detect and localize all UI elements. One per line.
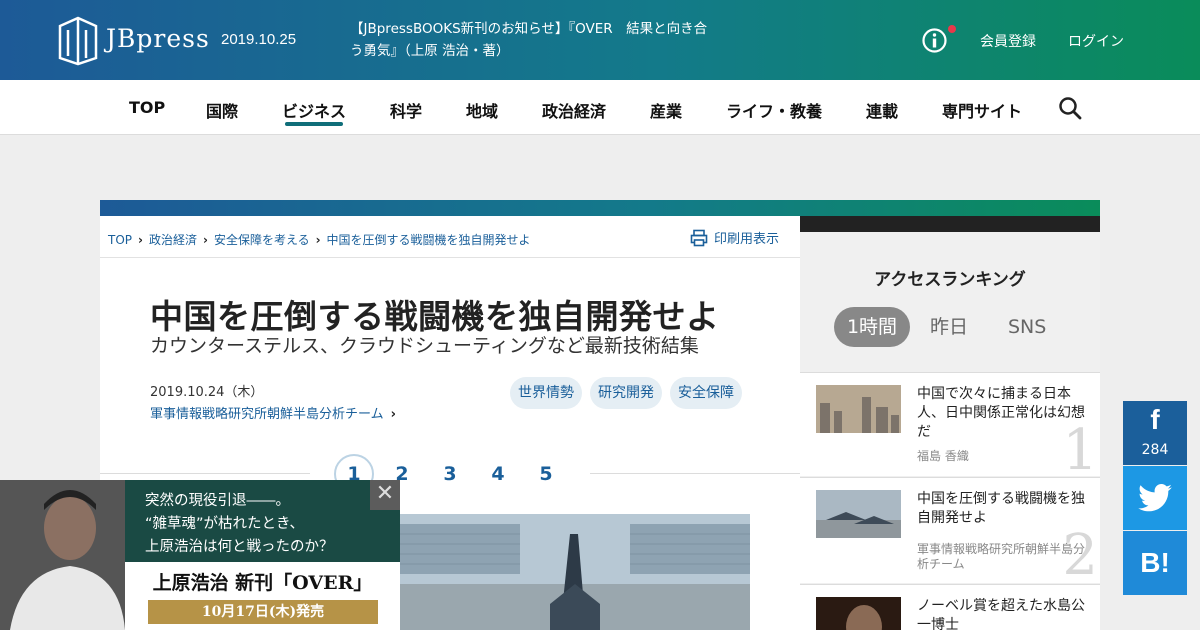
facebook-icon: f: [1150, 404, 1160, 435]
breadcrumb-top[interactable]: TOP: [108, 233, 132, 247]
ranking-tab-yesterday[interactable]: 昨日: [930, 307, 968, 347]
close-icon[interactable]: ✕: [370, 480, 400, 510]
book-advertisement[interactable]: 突然の現役引退――。 “雑草魂”が枯れたとき、 上原浩治は何と戦ったのか？ ✕ …: [0, 480, 400, 630]
tag-world-affairs[interactable]: 世界情勢: [510, 377, 582, 409]
ranking-thumbnail: [816, 385, 901, 433]
register-link[interactable]: 会員登録: [980, 31, 1036, 51]
login-link[interactable]: ログイン: [1068, 31, 1124, 51]
nav-item-science[interactable]: 科学: [390, 98, 422, 122]
ranking-tab-1hour[interactable]: 1時間: [834, 307, 910, 347]
access-ranking: アクセスランキング 1時間 昨日 SNS 中国で次々に捕まる日本人、日中関係正常…: [800, 232, 1100, 630]
ad-copy-line: “雑草魂”が枯れたとき、: [145, 516, 305, 532]
article-date: 2019.10.24（木）: [150, 385, 264, 400]
content-gradient-bar: [100, 200, 1100, 216]
ranking-item[interactable]: ノーベル賞を超えた水島公一博士: [800, 584, 1100, 630]
nav-item-top[interactable]: TOP: [129, 98, 165, 117]
twitter-bird-icon: [1138, 484, 1172, 512]
ad-copy-line: 突然の現役引退――。: [145, 493, 290, 509]
nav-item-life-culture[interactable]: ライフ・教養: [726, 98, 822, 122]
ranking-number: 1: [1062, 418, 1098, 483]
breadcrumb: TOP › 政治経済 › 安全保障を考える › 中国を圧倒する戦闘機を独自開発せよ: [108, 231, 531, 248]
ad-banner-title: 上原浩治 新刊「OVER」: [152, 572, 373, 594]
print-view-button[interactable]: 印刷用表示: [690, 228, 779, 247]
nav-item-series[interactable]: 連載: [866, 98, 898, 122]
article-author-link[interactable]: 軍事情報戦略研究所朝鮮半島分析チーム ›: [150, 403, 396, 422]
logo-text[interactable]: JBpress: [106, 24, 210, 53]
page-link-3[interactable]: 3: [440, 463, 460, 485]
ranking-number: 2: [1062, 523, 1098, 588]
main-nav: TOP 国際 ビジネス 科学 地域 政治経済 産業 ライフ・教養 連載 専門サイ…: [0, 80, 1200, 135]
tag-security[interactable]: 安全保障: [670, 377, 742, 409]
ranking-thumbnail: [816, 490, 901, 538]
ranking-tab-sns[interactable]: SNS: [1008, 307, 1046, 347]
header-news-link[interactable]: 【JBpressBOOKS新刊のお知らせ】『OVER 結果と向き合う勇気』（上原…: [350, 18, 710, 62]
ranking-title: アクセスランキング: [874, 270, 1026, 290]
ad-copy: 突然の現役引退――。 “雑草魂”が枯れたとき、 上原浩治は何と戦ったのか？: [145, 490, 375, 559]
fighter-jet-image: [400, 514, 750, 630]
ranking-item[interactable]: 中国で次々に捕まる日本人、日中関係正常化は幻想だ 福島 香織 1: [800, 372, 1100, 483]
breadcrumb-current[interactable]: 中国を圧倒する戦闘機を独自開発せよ: [327, 233, 531, 247]
page-link-4[interactable]: 4: [488, 463, 508, 485]
notification-dot: [948, 25, 956, 33]
info-icon[interactable]: [922, 28, 947, 53]
chevron-right-icon: ›: [315, 233, 321, 247]
article-subtitle: カウンターステルス、クラウドシューティングなど最新技術結集: [150, 335, 699, 357]
top-header: JBpress 2019.10.25 【JBpressBOOKS新刊のお知らせ】…: [0, 0, 1200, 80]
nav-item-industry[interactable]: 産業: [650, 98, 682, 122]
printer-icon: [690, 229, 708, 246]
nav-item-business[interactable]: ビジネス: [282, 98, 346, 122]
hatena-bookmark-icon: B!: [1140, 547, 1170, 578]
chevron-right-icon: ›: [138, 233, 143, 247]
chevron-right-icon: ›: [390, 407, 396, 422]
tag-research-development[interactable]: 研究開発: [590, 377, 662, 409]
hatena-bookmark-button[interactable]: B!: [1123, 531, 1187, 595]
author-name: 軍事情報戦略研究所朝鮮半島分析チーム: [150, 407, 384, 422]
divider: [100, 473, 310, 474]
article-hero-image: [400, 514, 750, 630]
facebook-share-count: 284: [1141, 442, 1169, 458]
chevron-right-icon: ›: [202, 233, 208, 247]
breadcrumb-security[interactable]: 安全保障を考える: [214, 233, 310, 247]
nav-item-region[interactable]: 地域: [466, 98, 498, 122]
ranking-headline: ノーベル賞を超えた水島公一博士: [917, 598, 1085, 630]
active-nav-indicator: [285, 122, 343, 126]
ad-release-date: 10月17日(木)発売: [148, 600, 378, 624]
breadcrumb-politics-economy[interactable]: 政治経済: [149, 233, 197, 247]
facebook-share-button[interactable]: f 284: [1123, 401, 1187, 465]
print-view-label: 印刷用表示: [714, 232, 780, 247]
divider: [590, 473, 800, 474]
nav-item-politics-economy[interactable]: 政治経済: [542, 98, 606, 122]
divider: [100, 257, 800, 258]
search-icon[interactable]: [1058, 96, 1082, 120]
ad-banner: 上原浩治 新刊「OVER」 10月17日(木)発売: [125, 562, 400, 630]
nav-item-international[interactable]: 国際: [206, 98, 238, 122]
ranking-item[interactable]: 中国を圧倒する戦闘機を独自開発せよ 軍事情報戦略研究所朝鮮半島分析チーム 2: [800, 477, 1100, 588]
header-date: 2019.10.25: [221, 31, 297, 48]
sidebar-top-bar: [800, 216, 1100, 232]
ranking-thumbnail: [816, 597, 901, 630]
ad-author-photo: [0, 480, 125, 630]
twitter-share-button[interactable]: [1123, 466, 1187, 530]
ad-copy-line: 上原浩治は何と戦ったのか？: [145, 539, 334, 555]
page-link-5[interactable]: 5: [536, 463, 556, 485]
nav-item-special-sites[interactable]: 専門サイト: [942, 98, 1022, 122]
jbpress-logo-icon[interactable]: [58, 14, 98, 66]
